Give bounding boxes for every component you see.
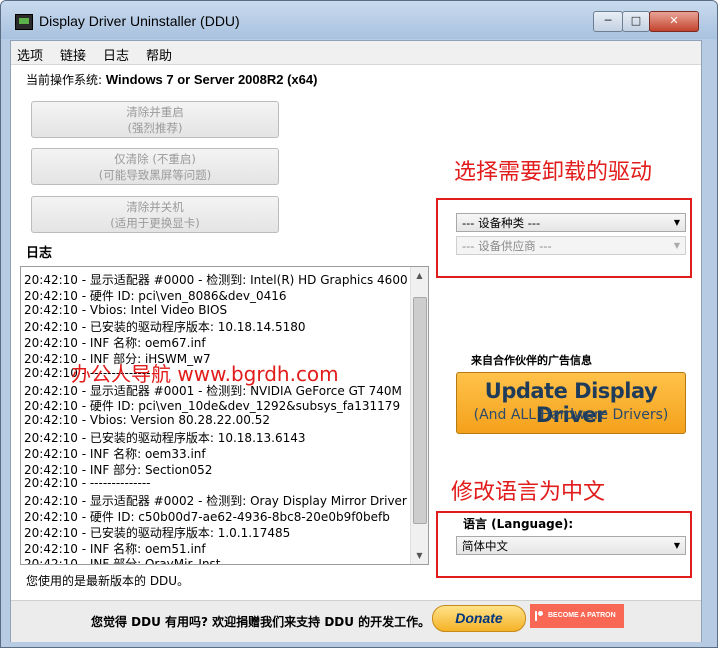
menu-help[interactable]: 帮助 bbox=[146, 45, 172, 64]
menu-log[interactable]: 日志 bbox=[103, 45, 129, 64]
log-line: 20:42:10 - INF 部分: OrayMir_Inst bbox=[24, 555, 221, 564]
maximize-button[interactable]: □ bbox=[622, 11, 650, 32]
close-button[interactable]: ✕ bbox=[649, 11, 699, 32]
clean-restart-button[interactable]: 清除并重启 (强烈推荐) bbox=[31, 101, 279, 138]
clean-shutdown-label: 清除并关机 bbox=[126, 200, 184, 214]
log-scrollbar[interactable]: ▲ ▼ bbox=[410, 267, 428, 564]
log-line: 20:42:10 - 已安装的驱动程序版本: 10.18.14.5180 bbox=[24, 320, 306, 335]
patreon-button[interactable]: BECOME A PATRON bbox=[530, 604, 624, 628]
device-type-select[interactable]: --- 设备种类 --- ▼ bbox=[456, 213, 686, 232]
log-box[interactable]: 20:42:10 - 显示适配器 #0000 - 检测到: Intel(R) H… bbox=[20, 266, 429, 565]
clean-restart-note: (强烈推荐) bbox=[127, 121, 183, 135]
log-line: 20:42:10 - 显示适配器 #0000 - 检测到: Intel(R) H… bbox=[24, 273, 408, 287]
menu-bar: 选项 链接 日志 帮助 bbox=[11, 41, 701, 65]
chevron-down-icon: ▼ bbox=[673, 218, 680, 227]
log-line: 20:42:10 - INF 部分: Section052 bbox=[24, 462, 213, 477]
ad-label: 来自合作伙伴的广告信息 bbox=[471, 354, 592, 367]
log-line: 20:42:10 - 已安装的驱动程序版本: 10.18.13.6143 bbox=[24, 431, 306, 445]
menu-options[interactable]: 选项 bbox=[17, 45, 43, 64]
footer: 您觉得 DDU 有用吗? 欢迎捐赠我们来支持 DDU 的开发工作。 Donate… bbox=[11, 600, 701, 642]
clean-shutdown-note: (适用于更换显卡) bbox=[110, 216, 200, 230]
annotation-select-driver: 选择需要卸载的驱动 bbox=[454, 160, 653, 185]
patreon-icon bbox=[535, 611, 543, 621]
log-title: 日志 bbox=[26, 246, 53, 261]
window-title: Display Driver Uninstaller (DDU) bbox=[39, 13, 240, 29]
clean-no-restart-label: 仅清除 (不重启) bbox=[114, 152, 196, 166]
footer-text: 您觉得 DDU 有用吗? 欢迎捐赠我们来支持 DDU 的开发工作。 bbox=[91, 615, 431, 629]
annotation-change-language: 修改语言为中文 bbox=[451, 480, 606, 505]
language-select[interactable]: 简体中文 ▼ bbox=[456, 536, 686, 555]
ad-subtitle: (And ALL Hardware Drivers) bbox=[473, 407, 669, 423]
watermark: 办公人导航 www.bgrdh.com bbox=[71, 362, 339, 386]
minimize-button[interactable]: ─ bbox=[593, 11, 623, 32]
status-text: 您使用的是最新版本的 DDU。 bbox=[26, 574, 190, 588]
app-window: Display Driver Uninstaller (DDU) ─ □ ✕ 选… bbox=[0, 0, 718, 648]
chevron-down-icon: ▼ bbox=[673, 241, 680, 250]
scroll-up-icon[interactable]: ▲ bbox=[411, 267, 428, 284]
log-line: 20:42:10 - -------------- bbox=[24, 476, 151, 491]
device-vendor-value: --- 设备供应商 --- bbox=[462, 239, 552, 253]
device-type-value: --- 设备种类 --- bbox=[462, 216, 541, 230]
log-line: 20:42:10 - Vbios: Intel Video BIOS bbox=[24, 302, 228, 317]
donate-button[interactable]: Donate bbox=[432, 605, 526, 632]
language-label: 语言 (Language): bbox=[463, 517, 574, 531]
clean-no-restart-note: (可能导致黑屏等问题) bbox=[98, 168, 212, 182]
language-value: 简体中文 bbox=[462, 539, 508, 553]
os-info: 当前操作系统: Windows 7 or Server 2008R2 (x64) bbox=[26, 71, 317, 88]
clean-no-restart-button[interactable]: 仅清除 (不重启) (可能导致黑屏等问题) bbox=[31, 148, 279, 185]
log-line: 20:42:10 - INF 名称: oem67.inf bbox=[24, 336, 206, 351]
title-bar[interactable]: Display Driver Uninstaller (DDU) ─ □ ✕ bbox=[1, 1, 717, 39]
scroll-down-icon[interactable]: ▼ bbox=[411, 547, 428, 564]
ad-banner[interactable]: Update Display Driver (And ALL Hardware … bbox=[456, 372, 686, 434]
scroll-thumb[interactable] bbox=[413, 297, 427, 524]
log-line: 20:42:10 - INF 名称: oem33.inf bbox=[24, 446, 206, 461]
log-line: 20:42:10 - 已安装的驱动程序版本: 1.0.1.17485 bbox=[24, 525, 291, 540]
clean-restart-label: 清除并重启 bbox=[126, 105, 184, 119]
patreon-label: BECOME A PATRON bbox=[548, 612, 616, 619]
clean-shutdown-button[interactable]: 清除并关机 (适用于更换显卡) bbox=[31, 196, 279, 233]
device-vendor-select: --- 设备供应商 --- ▼ bbox=[456, 236, 686, 255]
log-line: 20:42:10 - INF 名称: oem51.inf bbox=[24, 541, 206, 556]
client-area: 选项 链接 日志 帮助 当前操作系统: Windows 7 or Server … bbox=[10, 40, 702, 642]
os-value: Windows 7 or Server 2008R2 (x64) bbox=[105, 72, 318, 87]
log-line: 20:42:10 - 硬件 ID: pci\ven_10de&dev_1292&… bbox=[24, 399, 401, 414]
os-label: 当前操作系统: bbox=[26, 73, 106, 87]
menu-links[interactable]: 链接 bbox=[60, 45, 86, 64]
app-icon bbox=[15, 14, 33, 30]
log-lines: 20:42:10 - 显示适配器 #0000 - 检测到: Intel(R) H… bbox=[21, 267, 410, 564]
log-line: 20:42:10 - Vbios: Version 80.28.22.00.52 bbox=[24, 413, 271, 428]
log-line: 20:42:10 - 显示适配器 #0002 - 检测到: Oray Displ… bbox=[24, 494, 407, 509]
chevron-down-icon: ▼ bbox=[673, 541, 680, 550]
log-line: 20:42:10 - 硬件 ID: pci\ven_8086&dev_0416 bbox=[24, 288, 287, 303]
log-line: 20:42:10 - 硬件 ID: c50b00d7-ae62-4936-8bc… bbox=[24, 510, 390, 524]
